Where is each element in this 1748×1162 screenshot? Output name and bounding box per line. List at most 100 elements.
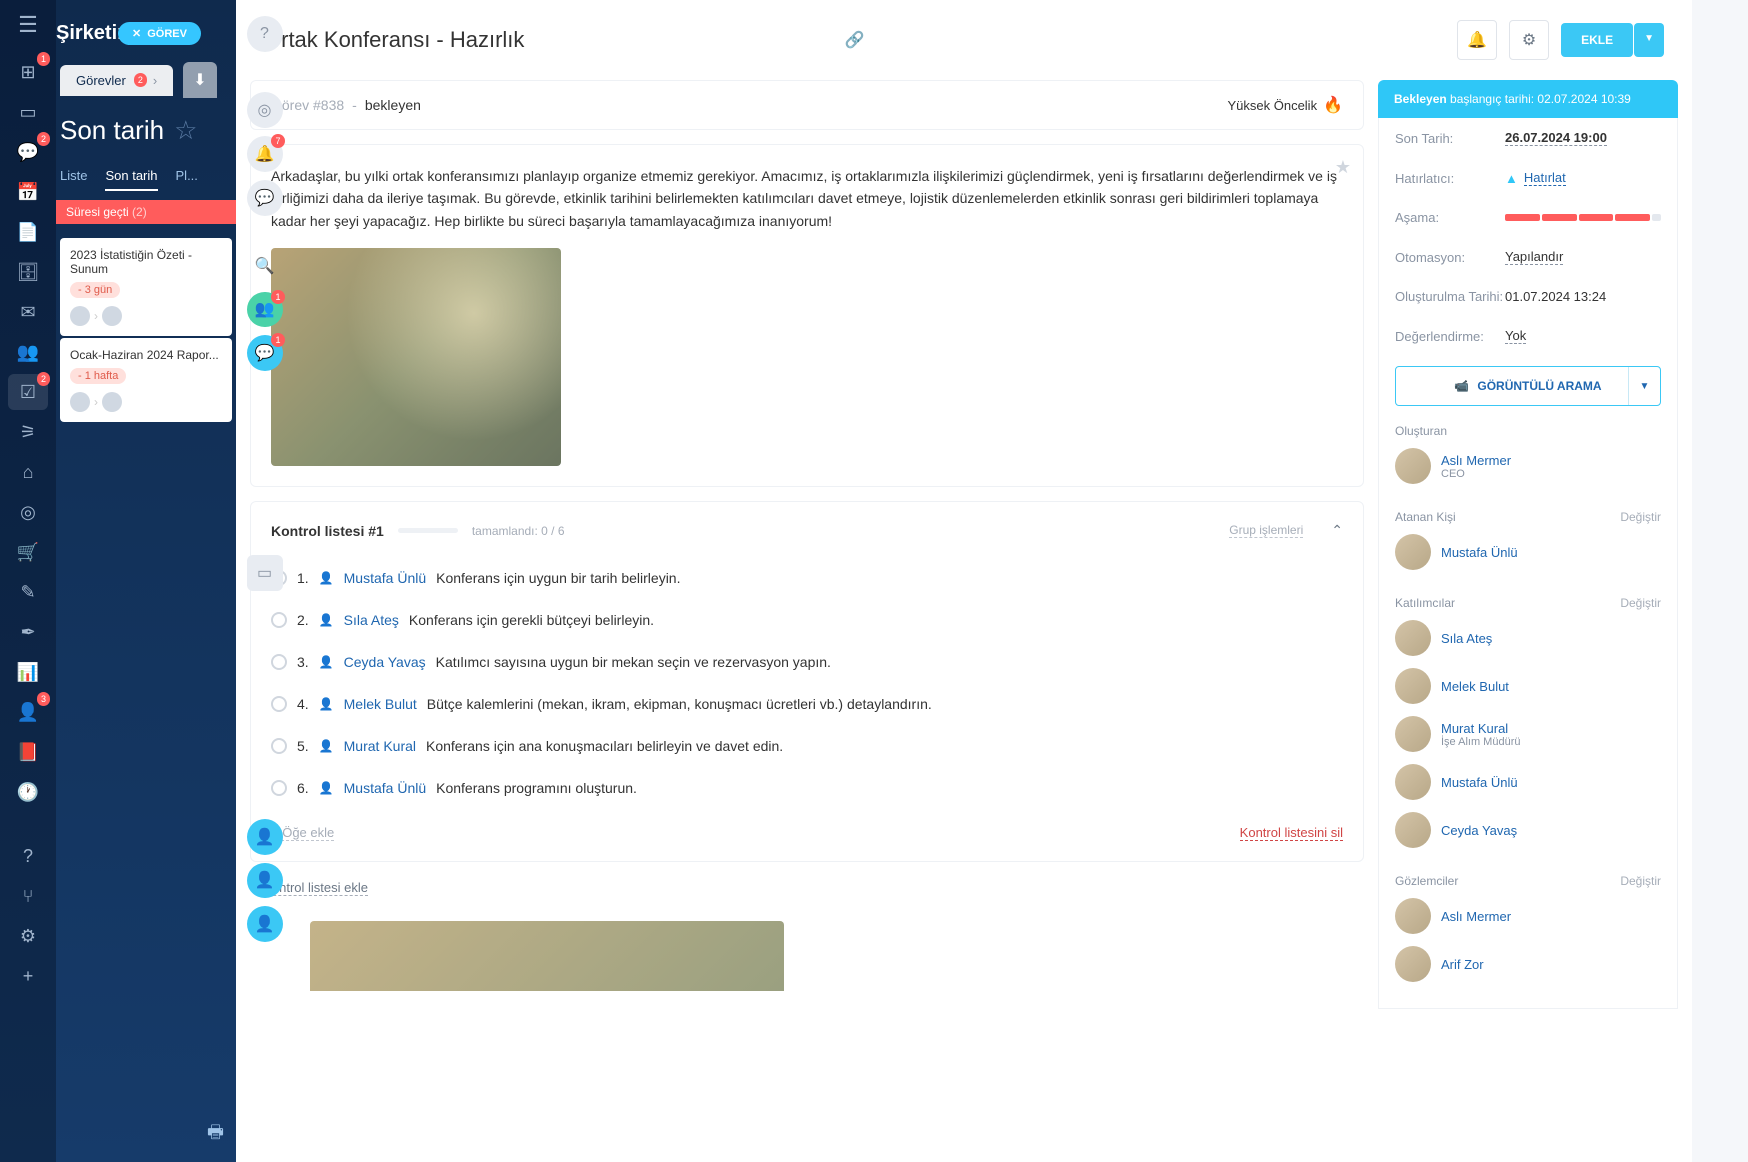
video-call-dropdown[interactable]: ▼ xyxy=(1628,367,1660,405)
rail-contact-icon[interactable]: 👤 xyxy=(247,819,283,855)
nav-filter[interactable]: ⚞ xyxy=(8,414,48,450)
checklist-assignee[interactable]: Mustafa Ünlü xyxy=(344,570,426,586)
rail-bell-icon[interactable]: 🔔7 xyxy=(247,136,283,172)
nav-tasks[interactable]: ☑2 xyxy=(8,374,48,410)
checklist-assignee[interactable]: Sıla Ateş xyxy=(344,612,399,628)
tab-gorevler[interactable]: Görevler2› xyxy=(60,65,173,96)
nav-chat[interactable]: 💬2 xyxy=(8,134,48,170)
participant-person[interactable]: Mustafa Ünlü xyxy=(1395,764,1661,800)
nav-edit[interactable]: ✎ xyxy=(8,574,48,610)
nav-cal2[interactable]: 📅 xyxy=(8,174,48,210)
nav-mail[interactable]: ✉ xyxy=(8,294,48,330)
view-sontarih[interactable]: Son tarih xyxy=(105,168,157,191)
participant-person[interactable]: Ceyda Yavaş xyxy=(1395,812,1661,848)
nav-clock[interactable]: 🕐 xyxy=(8,774,48,810)
checkbox[interactable] xyxy=(271,696,287,712)
task-card-2[interactable]: Ocak-Haziran 2024 Rapor... - 1 hafta › xyxy=(60,338,232,422)
participant-person[interactable]: Melek Bulut xyxy=(1395,668,1661,704)
participant-person[interactable]: Murat Kuralİşe Alım Müdürü xyxy=(1395,716,1661,752)
bottom-image[interactable] xyxy=(310,921,784,991)
ekle-button[interactable]: EKLE xyxy=(1561,23,1633,57)
checklist-item[interactable]: 1.👤Mustafa ÜnlüKonferans için uygun bir … xyxy=(271,557,1343,599)
person-icon: 👤 xyxy=(319,739,334,753)
video-call-button[interactable]: 📹 GÖRÜNTÜLÜ ARAMA ▼ xyxy=(1395,366,1661,406)
nav-drive[interactable]: 🗄 xyxy=(8,254,48,290)
nav-cart[interactable]: 🛒 xyxy=(8,534,48,570)
nav-settings[interactable]: ⚙ xyxy=(8,918,48,954)
nav-home[interactable]: ⌂ xyxy=(8,454,48,490)
checklist-assignee[interactable]: Ceyda Yavaş xyxy=(344,654,426,670)
checklist-assignee[interactable]: Mustafa Ünlü xyxy=(344,780,426,796)
automation-link[interactable]: Yapılandır xyxy=(1505,249,1563,265)
checklist-item[interactable]: 3.👤Ceyda YavaşKatılımcı sayısına uygun b… xyxy=(271,641,1343,683)
rail-contact-icon[interactable]: 👤 xyxy=(247,863,283,899)
task-card-1[interactable]: 2023 İstatistiğin Özeti - Sunum - 3 gün … xyxy=(60,238,232,336)
print-icon[interactable]: 🖶 xyxy=(207,1120,224,1150)
creator-person[interactable]: Aslı MermerCEO xyxy=(1395,448,1661,484)
settings-button[interactable]: ⚙ xyxy=(1509,20,1549,60)
nav-add[interactable]: + xyxy=(8,958,48,994)
view-plan[interactable]: Pl... xyxy=(176,168,198,191)
collapse-chevron-icon[interactable]: ⌃ xyxy=(1331,522,1343,539)
hamburger-icon[interactable]: ☰ xyxy=(18,12,38,38)
nav-tree[interactable]: ⑂ xyxy=(8,878,48,914)
nav-stats[interactable]: 📊 xyxy=(8,654,48,690)
nav-sign[interactable]: ✒ xyxy=(8,614,48,650)
nav-people[interactable]: 👥 xyxy=(8,334,48,370)
nav-target[interactable]: ◎ xyxy=(8,494,48,530)
nav-calendar[interactable]: ▭ xyxy=(8,94,48,130)
checkbox[interactable] xyxy=(271,738,287,754)
favorite-star-icon[interactable]: ★ xyxy=(1335,157,1351,178)
checklist-assignee[interactable]: Melek Bulut xyxy=(344,696,417,712)
checkbox[interactable] xyxy=(271,780,287,796)
rail-help-icon[interactable]: ? xyxy=(247,16,283,52)
tab-download[interactable]: ⬇ xyxy=(183,62,216,98)
person-icon: 👤 xyxy=(319,655,334,669)
rail-msg-icon[interactable]: 💬1 xyxy=(247,335,283,371)
reminder-link[interactable]: Hatırlat xyxy=(1524,170,1566,186)
stage-progress[interactable] xyxy=(1505,214,1661,221)
checklist-item[interactable]: 6.👤Mustafa ÜnlüKonferans programını oluş… xyxy=(271,767,1343,809)
link-icon[interactable]: 🔗 xyxy=(845,30,865,50)
attached-image[interactable] xyxy=(271,248,561,466)
rail-search-icon[interactable]: 🔍 xyxy=(247,248,283,284)
checklist-item[interactable]: 4.👤Melek BulutBütçe kalemlerini (mekan, … xyxy=(271,683,1343,725)
delete-checklist-link[interactable]: Kontrol listesini sil xyxy=(1240,825,1343,841)
checkbox[interactable] xyxy=(271,654,287,670)
star-icon[interactable]: ☆ xyxy=(174,115,197,146)
group-actions-link[interactable]: Grup işlemleri xyxy=(1229,523,1303,538)
priority-badge: Yüksek Öncelik 🔥 xyxy=(1227,95,1343,115)
observer-person[interactable]: Aslı Mermer xyxy=(1395,898,1661,934)
ekle-dropdown[interactable]: ▼ xyxy=(1634,23,1664,57)
notifications-button[interactable]: 🔔 xyxy=(1457,20,1497,60)
view-liste[interactable]: Liste xyxy=(60,168,87,191)
change-assignee[interactable]: Değiştir xyxy=(1620,510,1661,524)
add-checklist-link[interactable]: + Kontrol listesi ekle xyxy=(252,880,1364,895)
rail-square-icon[interactable]: ▭ xyxy=(247,555,283,591)
rail-radar-icon[interactable]: ◎ xyxy=(247,92,283,128)
checklist-item[interactable]: 5.👤Murat KuralKonferans için ana konuşma… xyxy=(271,725,1343,767)
overdue-bar[interactable]: Süresi geçti (2) xyxy=(56,200,236,224)
nav-help[interactable]: ? xyxy=(8,838,48,874)
nav-feed[interactable]: ⊞1 xyxy=(8,54,48,90)
rail-chat-icon[interactable]: 💬 xyxy=(247,180,283,216)
nav-contacts[interactable]: 👤3 xyxy=(8,694,48,730)
close-icon[interactable]: ✕ xyxy=(132,27,141,40)
deadline-value[interactable]: 26.07.2024 19:00 xyxy=(1505,130,1607,146)
rail-group-icon[interactable]: 👥1 xyxy=(247,292,283,328)
nav-docs[interactable]: 📄 xyxy=(8,214,48,250)
rating-value[interactable]: Yok xyxy=(1505,328,1526,344)
rail-contact-icon[interactable]: 👤 xyxy=(247,906,283,942)
change-participants[interactable]: Değiştir xyxy=(1620,596,1661,610)
assignee-person[interactable]: Mustafa Ünlü xyxy=(1395,534,1661,570)
observer-person[interactable]: Arif Zor xyxy=(1395,946,1661,982)
gorev-pill[interactable]: ✕GÖREV xyxy=(118,22,201,45)
checklist-assignee[interactable]: Murat Kural xyxy=(344,738,416,754)
participant-person[interactable]: Sıla Ateş xyxy=(1395,620,1661,656)
checklist-item[interactable]: 2.👤Sıla AteşKonferans için gerekli bütçe… xyxy=(271,599,1343,641)
checkbox[interactable] xyxy=(271,612,287,628)
stage-label: Aşama: xyxy=(1395,210,1505,225)
change-observers[interactable]: Değiştir xyxy=(1620,874,1661,888)
nav-book[interactable]: 📕 xyxy=(8,734,48,770)
info-column: Bekleyen başlangıç tarihi: 02.07.2024 10… xyxy=(1378,80,1678,1162)
